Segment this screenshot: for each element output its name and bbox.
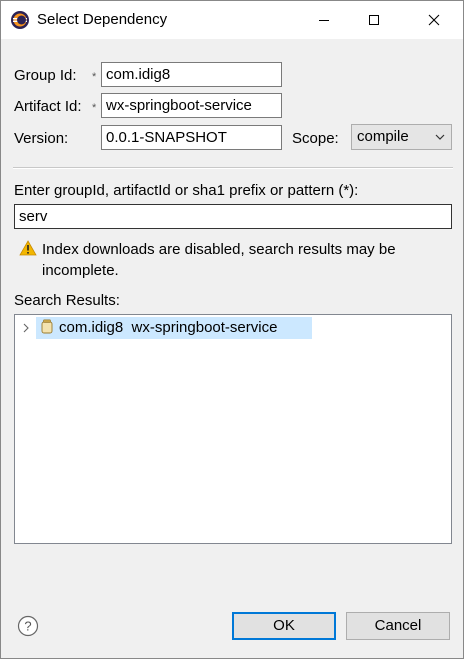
jar-icon: [41, 319, 53, 334]
result-item-label: com.idig8 wx-springboot-service: [59, 319, 278, 336]
tree-row[interactable]: com.idig8 wx-springboot-service: [15, 315, 451, 341]
chevron-down-icon: [435, 134, 445, 140]
minimize-button[interactable]: [301, 1, 347, 39]
warning-text-line2: incomplete.: [42, 262, 119, 279]
chevron-right-icon[interactable]: [22, 322, 30, 334]
minimize-icon: [319, 20, 329, 21]
search-input[interactable]: serv: [14, 204, 452, 229]
title-bar[interactable]: Select Dependency: [1, 1, 463, 39]
warning-icon: [19, 240, 37, 256]
scope-value: compile: [357, 128, 409, 145]
required-marker: *: [92, 71, 97, 83]
maximize-icon: [369, 15, 379, 25]
separator: [13, 167, 453, 169]
version-field[interactable]: 0.0.1-SNAPSHOT: [101, 125, 282, 150]
help-icon[interactable]: ?: [17, 615, 39, 637]
maximize-button[interactable]: [351, 1, 397, 39]
select-dependency-dialog: Select Dependency Group Id: * com.idig8 …: [0, 0, 464, 659]
artifact-id-field[interactable]: wx-springboot-service: [101, 93, 282, 118]
group-id-label: Group Id:: [14, 67, 77, 84]
close-icon: [428, 14, 440, 26]
search-results-tree[interactable]: com.idig8 wx-springboot-service: [14, 314, 452, 544]
version-label: Version:: [14, 130, 69, 147]
search-results-label: Search Results:: [14, 292, 120, 309]
search-prompt: Enter groupId, artifactId or sha1 prefix…: [14, 182, 359, 199]
close-button[interactable]: [411, 1, 457, 39]
warning-text-line1: Index downloads are disabled, search res…: [42, 241, 396, 258]
scope-select[interactable]: compile: [351, 124, 452, 150]
eclipse-icon: [11, 11, 29, 29]
required-marker: *: [92, 102, 97, 114]
scope-label: Scope:: [292, 130, 339, 147]
svg-text:?: ?: [24, 619, 31, 634]
cancel-button[interactable]: Cancel: [346, 612, 450, 640]
artifact-id-label: Artifact Id:: [14, 98, 82, 115]
window-title: Select Dependency: [37, 11, 168, 28]
ok-button[interactable]: OK: [232, 612, 336, 640]
group-id-field[interactable]: com.idig8: [101, 62, 282, 87]
